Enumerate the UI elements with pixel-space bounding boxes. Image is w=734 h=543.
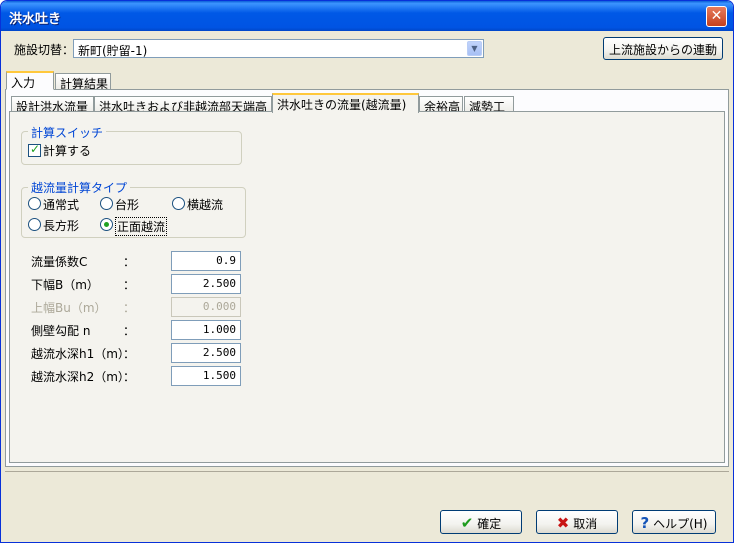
overflow-panel: 計算スイッチ ✓ 計算する 越流量計算タイプ 通常式 台形 横越流 長方形 正面… <box>9 111 725 463</box>
param-colon-h2: ： <box>123 370 136 384</box>
title-bar[interactable]: 洪水吐き ✕ <box>1 1 733 31</box>
dialog-window: 洪水吐き ✕ 施設切替： 新町(貯留-1) ▼ 上流施設からの連動 入力 計算結… <box>0 0 734 543</box>
question-icon: ? <box>640 514 650 532</box>
overflow-depth-h2-field[interactable]: 1.500 <box>171 366 241 386</box>
calc-checkbox[interactable]: ✓ <box>28 142 41 157</box>
bottom-width-field[interactable]: 2.500 <box>171 274 241 294</box>
radio-normal[interactable] <box>28 197 41 210</box>
tab-input-label: 入力 <box>11 76 36 90</box>
radio-side-overflow-label: 横越流 <box>187 198 224 212</box>
param-label-bu: 上幅Bu（m） <box>31 301 107 315</box>
calc-checkbox-label: 計算する <box>43 144 92 158</box>
param-colon-bu: ： <box>123 301 136 315</box>
radio-side-overflow[interactable] <box>172 197 185 210</box>
overflow-type-title: 越流量計算タイプ <box>28 179 131 196</box>
upstream-link-button[interactable]: 上流施設からの連動 <box>603 37 723 60</box>
param-label-c: 流量係数C <box>31 255 88 269</box>
param-label-h1: 越流水深h1（m） <box>31 347 130 361</box>
chevron-down-icon[interactable]: ▼ <box>467 41 482 56</box>
radio-front-overflow[interactable] <box>100 218 113 231</box>
tab-results[interactable]: 計算結果 <box>55 73 111 91</box>
radio-trapezoid-label: 台形 <box>115 198 140 212</box>
facility-select-value: 新町(貯留-1) <box>78 44 148 58</box>
overflow-depth-h1-field[interactable]: 2.500 <box>171 343 241 363</box>
side-slope-field[interactable]: 1.000 <box>171 320 241 340</box>
param-label-b: 下幅B（m） <box>31 278 99 292</box>
tab-input[interactable]: 入力 <box>6 71 54 90</box>
param-colon-h1: ： <box>123 347 136 361</box>
window-title: 洪水吐き <box>9 12 62 27</box>
facility-label: 施設切替： <box>14 43 75 57</box>
subtab-overflow[interactable]: 洪水吐きの流量(越流量) <box>272 93 419 113</box>
param-label-h2: 越流水深h2（m） <box>31 370 130 384</box>
close-icon: ✕ <box>710 8 723 24</box>
radio-selected-dot <box>104 222 109 227</box>
subtab-overflow-label: 洪水吐きの流量(越流量) <box>277 98 407 112</box>
facility-select[interactable]: 新町(貯留-1) ▼ <box>73 39 484 58</box>
param-colon-c: ： <box>123 255 136 269</box>
status-bar <box>5 471 729 497</box>
param-colon-n: ： <box>123 324 136 338</box>
ok-button-label: 確定 <box>477 517 502 531</box>
top-width-field: 0.000 <box>171 297 241 317</box>
radio-front-overflow-label: 正面越流 <box>115 217 168 236</box>
x-icon: ✖ <box>556 514 570 532</box>
radio-rectangle[interactable] <box>28 218 41 231</box>
radio-trapezoid[interactable] <box>100 197 113 210</box>
param-label-n: 側壁勾配 n <box>31 324 91 338</box>
close-button[interactable]: ✕ <box>706 6 727 27</box>
check-icon: ✔ <box>460 514 474 532</box>
radio-rectangle-label: 長方形 <box>43 219 80 233</box>
cancel-button-label: 取消 <box>573 517 598 531</box>
upstream-link-label: 上流施設からの連動 <box>608 43 717 57</box>
calc-switch-title: 計算スイッチ <box>28 124 107 141</box>
help-button[interactable]: ? ヘルプ(H) <box>632 510 716 534</box>
flow-coefficient-field[interactable]: 0.9 <box>171 251 241 271</box>
help-button-label: ヘルプ(H) <box>653 517 708 531</box>
checkmark-icon: ✓ <box>30 142 41 156</box>
param-colon-b: ： <box>123 278 136 292</box>
cancel-button[interactable]: ✖ 取消 <box>536 510 618 534</box>
radio-normal-label: 通常式 <box>43 198 80 212</box>
ok-button[interactable]: ✔ 確定 <box>440 510 522 534</box>
